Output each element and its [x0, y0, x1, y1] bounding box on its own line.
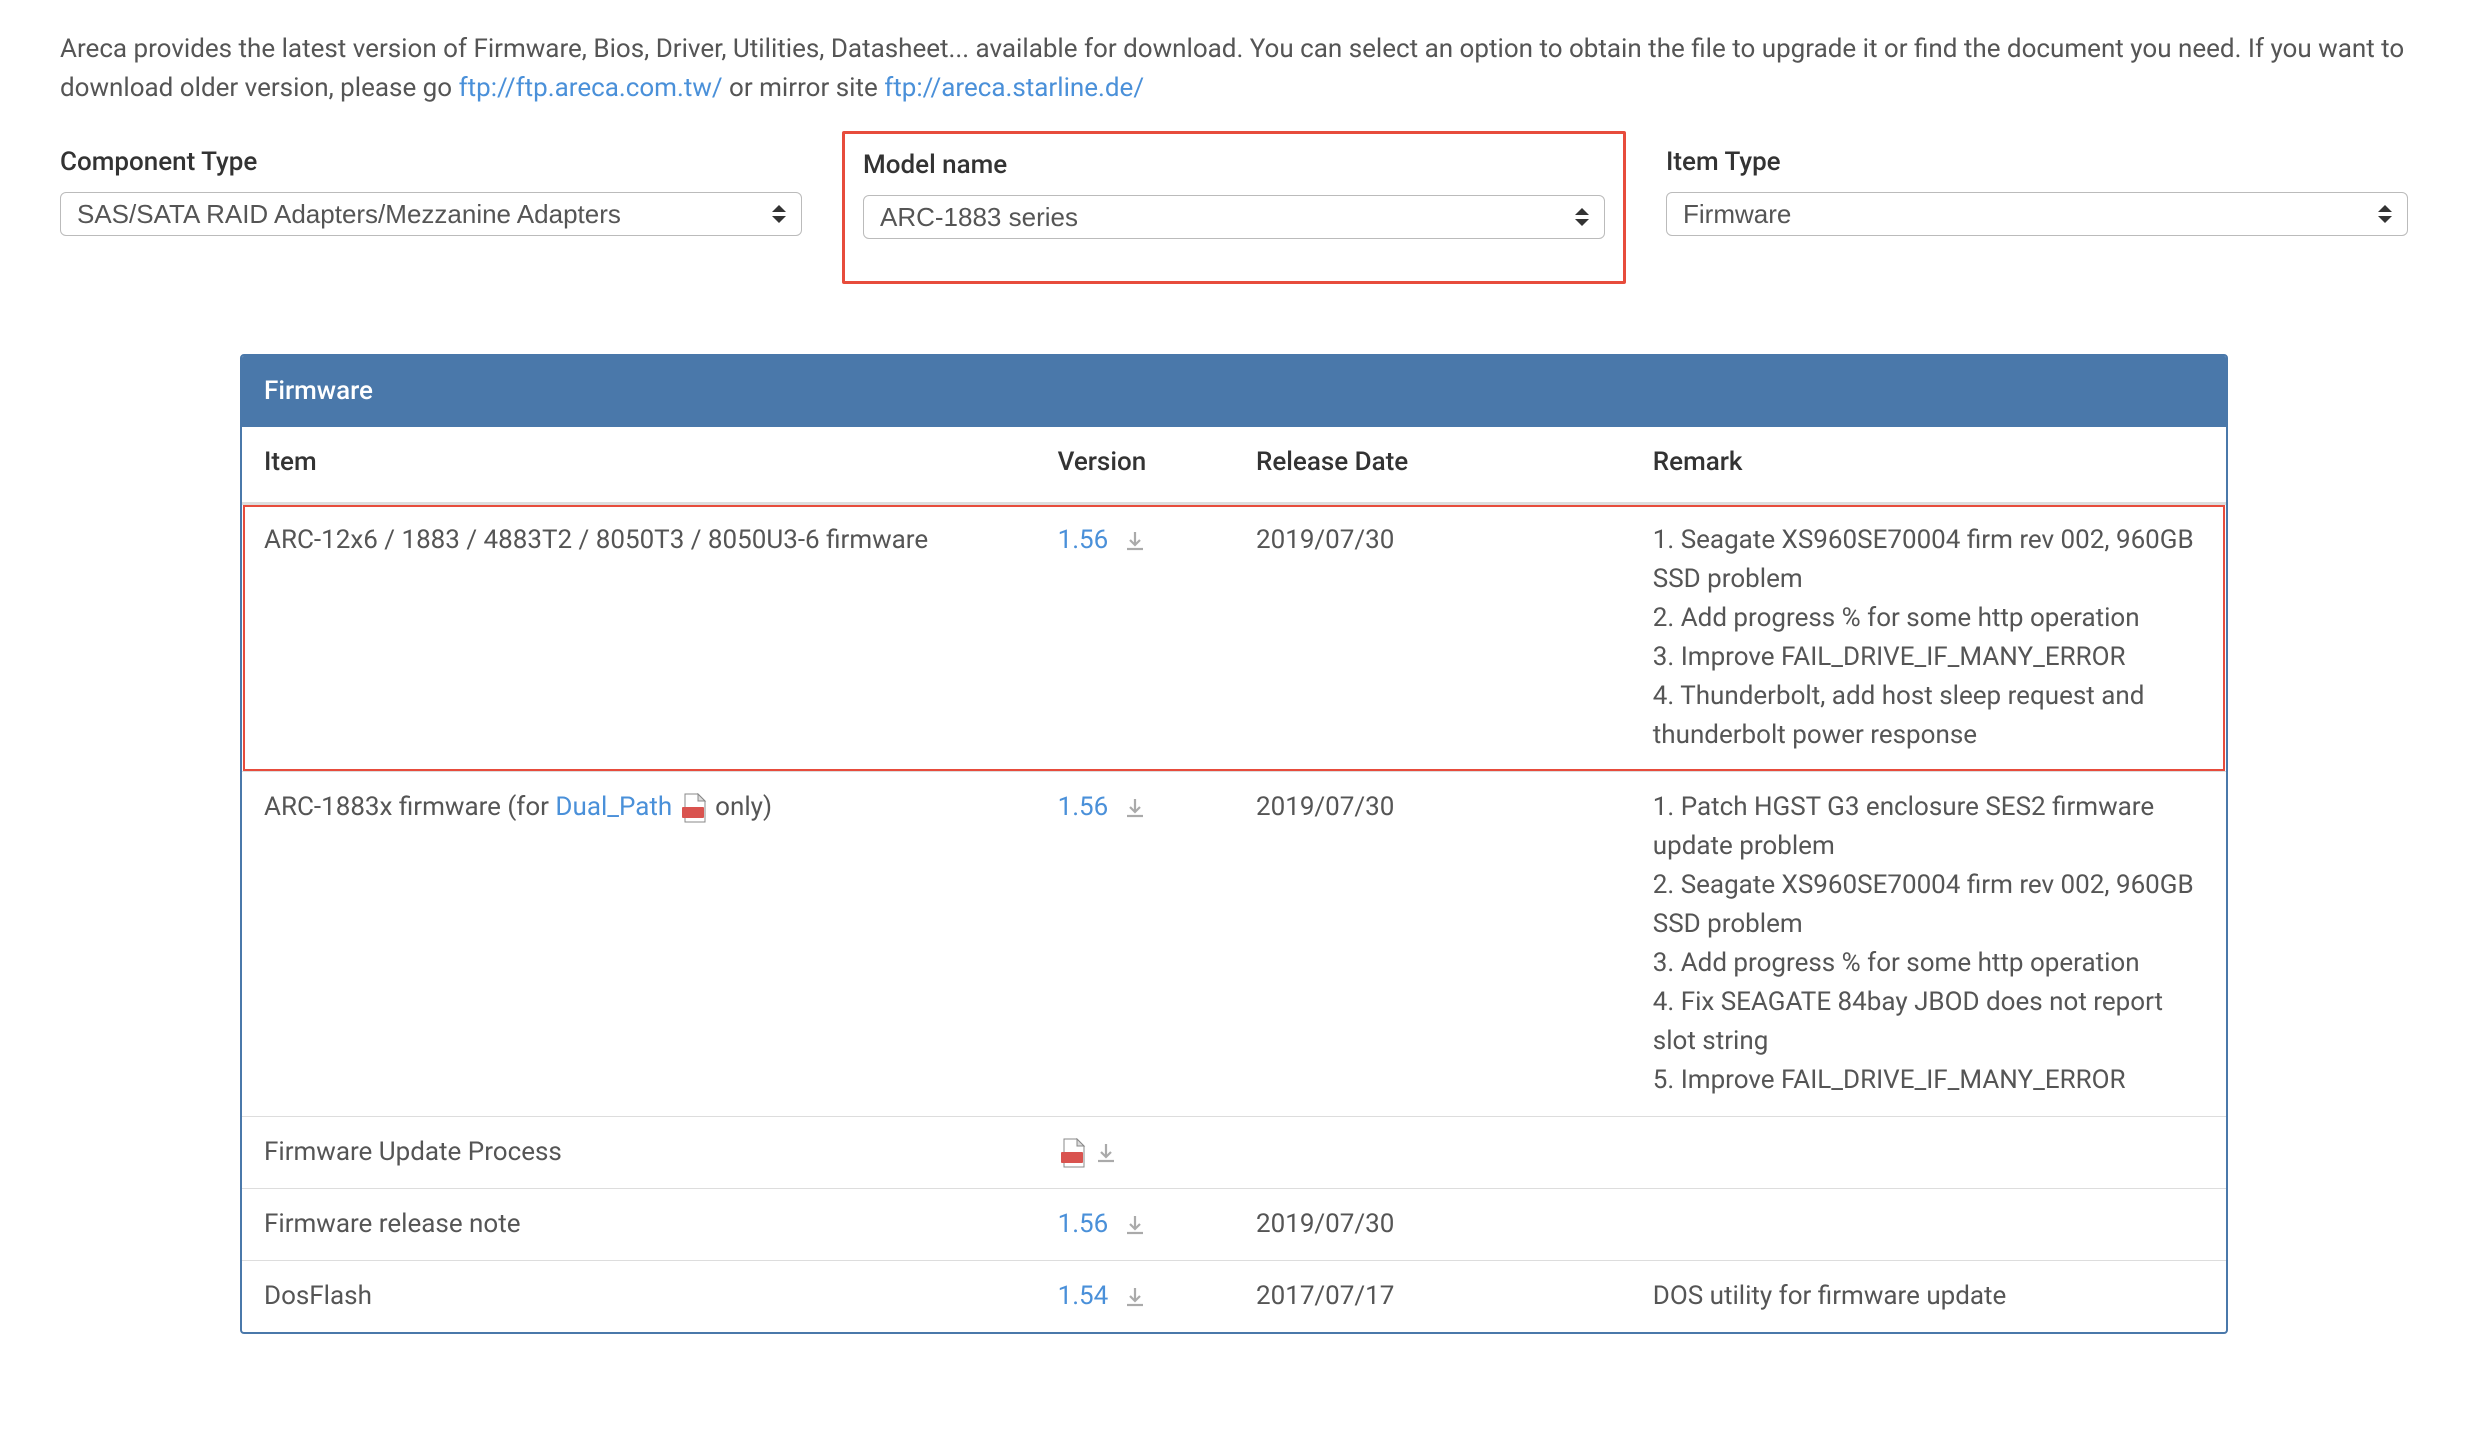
cell-item: Firmware release note — [242, 1189, 1036, 1261]
pdf-icon[interactable] — [681, 793, 707, 823]
cell-version — [1036, 1117, 1234, 1189]
filter-component-type: Component Type SAS/SATA RAID Adapters/Me… — [60, 143, 802, 284]
cell-version: 1.54 — [1036, 1261, 1234, 1333]
intro-part-a: Areca provides the latest version of Fir… — [60, 34, 2404, 103]
cell-remark — [1631, 1189, 2226, 1261]
cell-item: Firmware Update Process — [242, 1117, 1036, 1189]
ftp-link-primary[interactable]: ftp://ftp.areca.com.tw/ — [459, 73, 723, 103]
cell-item: ARC-1883x firmware (for Dual_Path only) — [242, 772, 1036, 1117]
select-model-name[interactable]: ARC-1883 series — [863, 195, 1605, 239]
download-icon[interactable] — [1094, 1141, 1118, 1165]
table-row: DosFlash 1.54 2017/07/17DOS utility for f… — [242, 1261, 2226, 1333]
dual-path-link[interactable]: Dual_Path — [555, 792, 672, 822]
panel-title: Firmware — [242, 356, 2226, 427]
table-row: Firmware release note 1.56 2019/07/30 — [242, 1189, 2226, 1261]
cell-version: 1.56 — [1036, 772, 1234, 1117]
cell-date: 2019/07/30 — [1234, 1189, 1631, 1261]
intro-text: Areca provides the latest version of Fir… — [60, 30, 2408, 108]
cell-date — [1234, 1117, 1631, 1189]
download-icon[interactable] — [1123, 1285, 1147, 1309]
filter-row: Component Type SAS/SATA RAID Adapters/Me… — [60, 143, 2408, 284]
cell-remark: 1. Seagate XS960SE70004 firm rev 002, 96… — [1631, 504, 2226, 772]
filter-label-itemtype: Item Type — [1666, 143, 2408, 182]
pdf-icon[interactable] — [1060, 1138, 1086, 1168]
cell-remark — [1631, 1117, 2226, 1189]
cell-version: 1.56 — [1036, 1189, 1234, 1261]
firmware-table: Item Version Release Date Remark ARC-12x… — [242, 427, 2226, 1332]
version-link[interactable]: 1.56 — [1058, 525, 1109, 555]
ftp-link-mirror[interactable]: ftp://areca.starline.de/ — [884, 73, 1144, 103]
version-link[interactable]: 1.56 — [1058, 792, 1109, 822]
firmware-panel: Firmware Item Version Release Date Remar… — [240, 354, 2228, 1334]
intro-part-b: or mirror site — [729, 73, 884, 103]
download-icon[interactable] — [1123, 529, 1147, 553]
col-header-remark: Remark — [1631, 427, 2226, 504]
cell-date: 2017/07/17 — [1234, 1261, 1631, 1333]
table-row: ARC-12x6 / 1883 / 4883T2 / 8050T3 / 8050… — [242, 504, 2226, 772]
table-row: ARC-1883x firmware (for Dual_Path only) 1… — [242, 772, 2226, 1117]
select-component-type[interactable]: SAS/SATA RAID Adapters/Mezzanine Adapter… — [60, 192, 802, 236]
version-link[interactable]: 1.54 — [1058, 1281, 1109, 1311]
cell-date: 2019/07/30 — [1234, 772, 1631, 1117]
col-header-version: Version — [1036, 427, 1234, 504]
table-row: Firmware Update Process — [242, 1117, 2226, 1189]
cell-remark: 1. Patch HGST G3 enclosure SES2 firmware… — [1631, 772, 2226, 1117]
filter-label-model: Model name — [863, 146, 1605, 185]
select-item-type[interactable]: Firmware — [1666, 192, 2408, 236]
col-header-item: Item — [242, 427, 1036, 504]
filter-item-type: Item Type Firmware — [1666, 143, 2408, 284]
filter-label-component: Component Type — [60, 143, 802, 182]
cell-remark: DOS utility for firmware update — [1631, 1261, 2226, 1333]
download-icon[interactable] — [1123, 1213, 1147, 1237]
col-header-date: Release Date — [1234, 427, 1631, 504]
cell-item: ARC-12x6 / 1883 / 4883T2 / 8050T3 / 8050… — [242, 504, 1036, 772]
cell-date: 2019/07/30 — [1234, 504, 1631, 772]
cell-item: DosFlash — [242, 1261, 1036, 1333]
filter-model-name: Model name ARC-1883 series — [842, 131, 1626, 284]
cell-version: 1.56 — [1036, 504, 1234, 772]
download-icon[interactable] — [1123, 796, 1147, 820]
version-link[interactable]: 1.56 — [1058, 1209, 1109, 1239]
